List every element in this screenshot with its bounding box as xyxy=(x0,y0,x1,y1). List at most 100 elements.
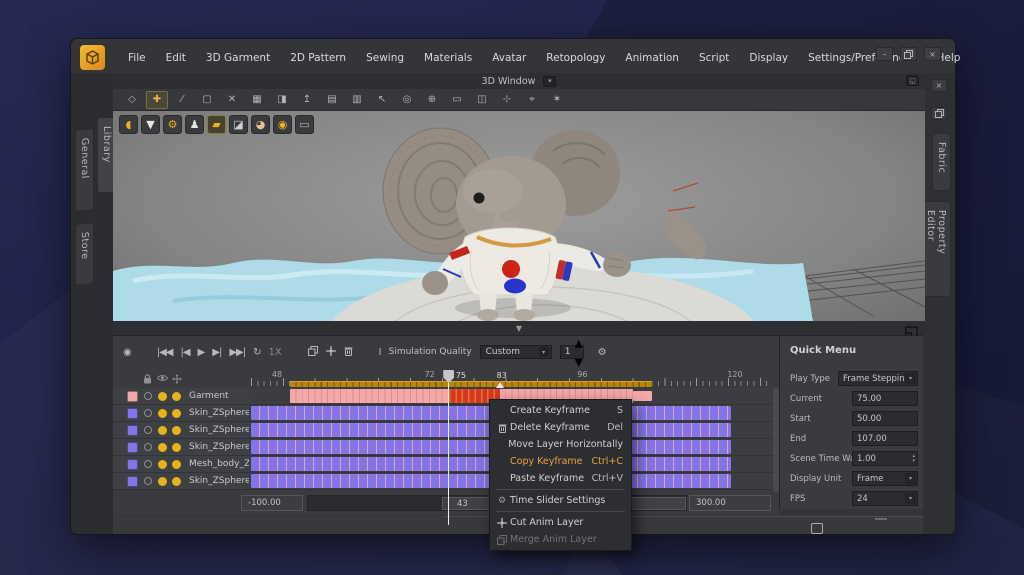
garment-keyframe-bar-tail[interactable] xyxy=(633,391,653,401)
context-menu-item-time-slider-settings[interactable]: ⚙ Time Slider Settings xyxy=(490,492,631,509)
record-button[interactable]: ◉ xyxy=(123,347,132,358)
layer-radio[interactable] xyxy=(144,392,152,400)
context-menu-item-paste-keyframe[interactable]: Paste Keyframe Ctrl+V xyxy=(490,470,631,487)
menu-2d-pattern[interactable]: 2D Pattern xyxy=(281,49,355,67)
layer-active-dot[interactable] xyxy=(172,459,181,469)
timeline-ruler[interactable]: 48 72 96 120 xyxy=(249,370,773,388)
menu-file[interactable]: File xyxy=(119,49,155,67)
context-menu-item-copy-keyframe[interactable]: Copy Keyframe Ctrl+C xyxy=(490,453,631,470)
garment-tool-icon[interactable]: ▢ xyxy=(196,91,218,109)
target-tool-icon[interactable]: ⌖ xyxy=(521,91,543,109)
avatar-head-icon[interactable]: ◕ xyxy=(251,115,270,134)
layer-color-swatch[interactable] xyxy=(127,424,138,436)
menu-retopology[interactable]: Retopology xyxy=(537,49,614,67)
layer-row[interactable]: Skin_ZSphere1_55 xyxy=(113,439,249,456)
pin-tool-icon[interactable]: ⊕ xyxy=(421,91,443,109)
sewing-machine-tool-icon[interactable]: ▤ xyxy=(321,91,343,109)
quick-menu-dropdown[interactable]: Frame Stepping ▾ xyxy=(838,371,918,386)
quick-menu-dropdown[interactable]: Frame ▾ xyxy=(852,471,918,486)
playhead-line[interactable] xyxy=(447,373,450,525)
show-sphere-icon[interactable]: ◉ xyxy=(273,115,292,134)
layer-radio[interactable] xyxy=(144,409,152,417)
menu-sewing[interactable]: Sewing xyxy=(357,49,413,67)
layer-color-swatch[interactable] xyxy=(127,458,138,470)
restore-button[interactable] xyxy=(900,47,917,61)
eye-icon[interactable] xyxy=(157,374,168,382)
measure-icon[interactable]: ▭ xyxy=(295,115,314,134)
sewing-tool-icon[interactable]: ✕ xyxy=(221,91,243,109)
viewport-3d[interactable]: ◖ ▼ ⚙ ♟ ▰ ◪ ◕ ◉ ▭ xyxy=(113,111,925,321)
delete-button[interactable] xyxy=(344,346,353,359)
menu-materials[interactable]: Materials xyxy=(415,49,481,67)
show-avatar-icon[interactable]: ♟ xyxy=(185,115,204,134)
menu-script[interactable]: Script xyxy=(690,49,738,67)
play-button[interactable]: ▶ xyxy=(198,347,206,358)
layer-visible-dot[interactable] xyxy=(158,476,167,486)
simulation-settings-gear-icon[interactable]: ⚙ xyxy=(598,347,607,358)
panel-popout-icon[interactable] xyxy=(931,107,947,120)
show-fabric-icon[interactable]: ▰ xyxy=(207,115,226,134)
garment-settings-icon[interactable]: ⚙ xyxy=(163,115,182,134)
transform-tool-icon[interactable]: ⊹ xyxy=(496,91,518,109)
context-menu-item-move-layer-horizontally[interactable]: Move Layer Horizontally xyxy=(490,436,631,453)
go-to-end-button[interactable]: ▶▶| xyxy=(229,347,246,358)
step-back-button[interactable]: |◀ xyxy=(180,347,190,358)
layer-row[interactable]: Skin_ZSphere1_25 xyxy=(113,422,249,439)
tab-general[interactable]: General xyxy=(75,128,94,212)
step-forward-button[interactable]: ▶| xyxy=(212,347,222,358)
layer-color-swatch[interactable] xyxy=(127,407,138,419)
layer-visible-dot[interactable] xyxy=(158,459,167,469)
layer-radio[interactable] xyxy=(144,426,152,434)
viewport-collapse-bar[interactable]: ▼ ◱ xyxy=(113,321,925,341)
viewport-mode-dropdown[interactable]: ▾ xyxy=(543,75,557,87)
layer-active-dot[interactable] xyxy=(172,442,181,452)
menu-avatar[interactable]: Avatar xyxy=(483,49,535,67)
layer-radio[interactable] xyxy=(144,477,152,485)
menu-3d-garment[interactable]: 3D Garment xyxy=(197,49,279,67)
viewport-expand-icon[interactable]: ◱ xyxy=(906,75,919,86)
layer-radio[interactable] xyxy=(144,443,152,451)
quick-menu-dropdown[interactable]: 24 ▾ xyxy=(852,491,918,506)
quick-menu-input[interactable]: 107.00 xyxy=(852,431,918,446)
loop-button[interactable]: ↻ xyxy=(253,347,261,358)
context-menu-item-cut-anim-layer[interactable]: Cut Anim Layer xyxy=(490,514,631,531)
selection-end-marker[interactable] xyxy=(495,382,504,388)
playback-range-bar[interactable] xyxy=(289,381,653,387)
speed-button[interactable]: 1X xyxy=(268,347,281,358)
move-icon[interactable] xyxy=(172,374,182,384)
layer-active-dot[interactable] xyxy=(172,391,181,401)
tab-fabric[interactable]: Fabric xyxy=(932,133,951,191)
layer-visible-dot[interactable] xyxy=(158,391,167,401)
menu-edit[interactable]: Edit xyxy=(157,49,195,67)
layer-radio[interactable] xyxy=(144,460,152,468)
minimize-button[interactable]: – xyxy=(876,47,893,61)
resize-handle[interactable] xyxy=(875,518,887,520)
layer-row[interactable]: Garment xyxy=(113,388,249,405)
caret-tool-button[interactable]: Ι xyxy=(379,347,382,358)
walk-tool-icon[interactable]: ✶ xyxy=(546,91,568,109)
context-menu-item-create-keyframe[interactable]: Create Keyframe S xyxy=(490,402,631,419)
show-pattern-icon[interactable]: ▼ xyxy=(141,115,160,134)
layer-color-swatch[interactable] xyxy=(127,390,138,402)
layer-visible-dot[interactable] xyxy=(158,425,167,435)
simulation-quality-select[interactable]: Custom ▾ xyxy=(479,345,552,359)
go-to-start-button[interactable]: |◀◀ xyxy=(157,347,174,358)
panel-close-icon[interactable]: × xyxy=(931,79,947,92)
quick-menu-input[interactable]: 50.00 xyxy=(852,411,918,426)
copy-layer-button[interactable] xyxy=(307,345,318,359)
layer-active-dot[interactable] xyxy=(172,425,181,435)
grid-tool-icon[interactable]: ▦ xyxy=(246,91,268,109)
close-button[interactable]: × xyxy=(924,47,941,61)
layer-color-swatch[interactable] xyxy=(127,441,138,453)
window-tool-icon[interactable]: ◫ xyxy=(471,91,493,109)
stop-icon[interactable] xyxy=(811,523,823,534)
layer-visible-dot[interactable] xyxy=(158,408,167,418)
substeps-stepper[interactable]: 1 ▴ ▾ xyxy=(559,333,584,371)
layer-visible-dot[interactable] xyxy=(158,442,167,452)
tab-property-editor[interactable]: Property Editor xyxy=(921,201,951,297)
pen-tool-icon[interactable]: ⁄ xyxy=(171,91,193,109)
layer-row[interactable]: Mesh_body_ZB_G xyxy=(113,456,249,473)
menu-animation[interactable]: Animation xyxy=(616,49,688,67)
spinner-arrows-icon[interactable]: ▴ ▾ xyxy=(912,453,917,464)
show-garment-icon[interactable]: ◖ xyxy=(119,115,138,134)
